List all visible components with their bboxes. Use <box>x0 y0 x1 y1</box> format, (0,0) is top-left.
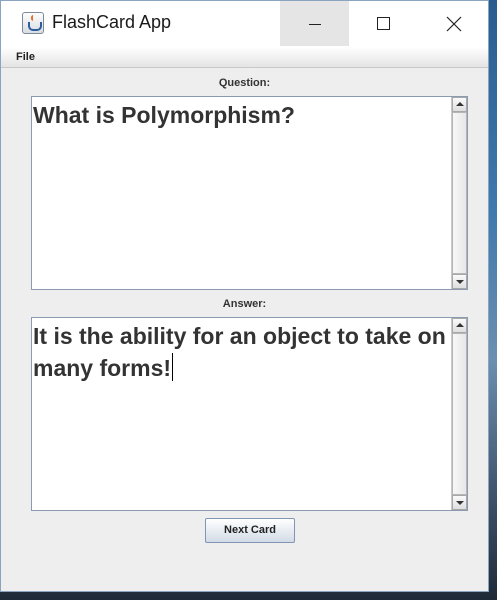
answer-textarea[interactable]: It is the ability for an object to take … <box>31 317 468 511</box>
close-button[interactable] <box>419 1 488 46</box>
java-coffee-cup-icon <box>22 12 44 34</box>
minimize-icon <box>309 24 321 25</box>
title-bar[interactable]: FlashCard App <box>1 1 488 47</box>
scroll-down-icon[interactable] <box>452 495 467 510</box>
scroll-down-icon[interactable] <box>452 274 467 289</box>
maximize-button[interactable] <box>349 1 418 46</box>
app-window: FlashCard App File Question: What is Pol… <box>0 0 489 592</box>
scroll-thumb[interactable] <box>452 333 467 495</box>
scroll-thumb[interactable] <box>452 112 467 274</box>
next-card-button[interactable]: Next Card <box>205 518 295 543</box>
minimize-button[interactable] <box>280 1 349 46</box>
maximize-icon <box>377 17 390 30</box>
question-textarea[interactable]: What is Polymorphism? <box>31 96 468 290</box>
question-text: What is Polymorphism? <box>33 102 295 128</box>
close-icon <box>446 16 462 32</box>
answer-label: Answer: <box>222 298 267 310</box>
question-label: Question: <box>218 77 271 89</box>
answer-scrollbar[interactable] <box>451 318 467 510</box>
scroll-up-icon[interactable] <box>452 318 467 333</box>
scroll-up-icon[interactable] <box>452 97 467 112</box>
menu-bar: File <box>1 47 488 68</box>
menu-file[interactable]: File <box>16 51 35 63</box>
answer-text: It is the ability for an object to take … <box>33 323 453 381</box>
window-title: FlashCard App <box>52 12 172 32</box>
answer-text-container: It is the ability for an object to take … <box>33 320 448 384</box>
question-scrollbar[interactable] <box>451 97 467 289</box>
text-caret <box>172 353 174 381</box>
